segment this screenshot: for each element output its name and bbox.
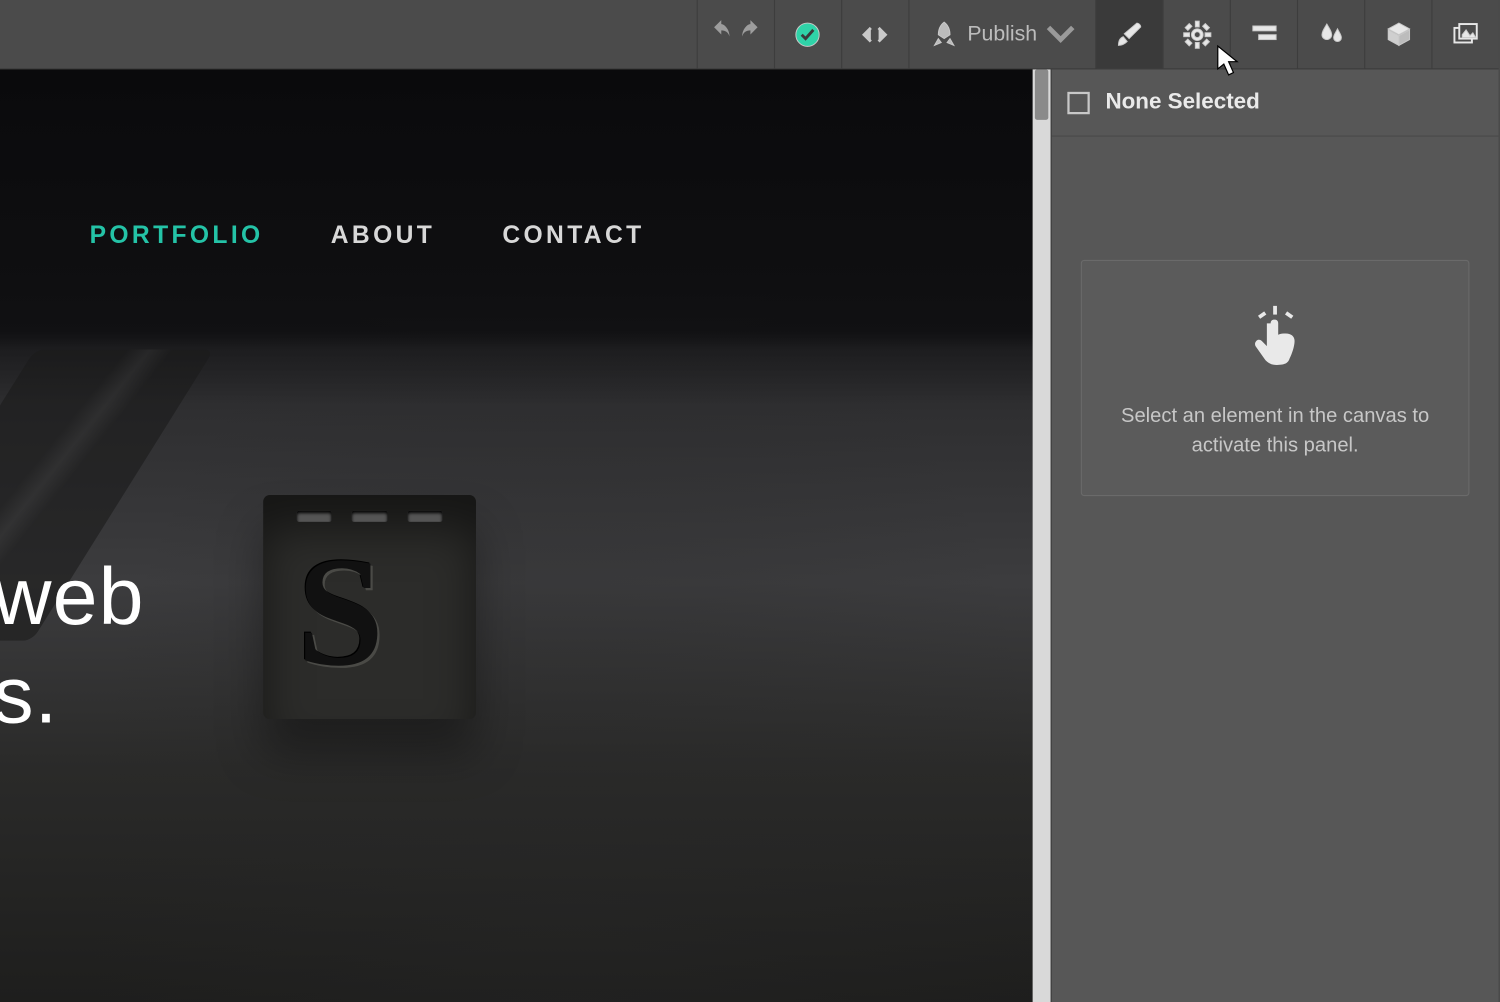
site-nav: PORTFOLIO ABOUT CONTACT (90, 221, 645, 250)
empty-state-text: Select an element in the canvas to activ… (1109, 401, 1442, 459)
assets-panel-tab[interactable] (1364, 0, 1431, 68)
canvas-wrap: S PORTFOLIO ABOUT CONTACT web s. (0, 69, 1051, 1002)
undo-redo-group (696, 0, 773, 68)
style-panel-tab[interactable] (1095, 0, 1162, 68)
scrollbar-thumb[interactable] (1035, 69, 1048, 119)
hero-text: web s. (0, 551, 145, 741)
images-panel-tab[interactable] (1431, 0, 1498, 68)
selection-row[interactable]: None Selected (1052, 69, 1499, 136)
droplets-icon (1317, 20, 1346, 49)
gear-icon (1182, 20, 1211, 49)
undo-icon (709, 19, 734, 44)
nav-link-portfolio[interactable]: PORTFOLIO (90, 221, 264, 250)
hero-line-1: web (0, 551, 145, 643)
publish-button[interactable]: Publish (908, 0, 1095, 68)
nav-link-about[interactable]: ABOUT (331, 221, 435, 250)
hero-line-2: s. (0, 650, 145, 742)
click-hand-icon (1249, 306, 1301, 366)
design-canvas[interactable]: S PORTFOLIO ABOUT CONTACT web s. (0, 69, 1033, 1002)
layout-panel-tab[interactable] (1230, 0, 1297, 68)
selection-label: None Selected (1105, 90, 1259, 116)
cube-icon (1384, 20, 1413, 49)
images-icon (1451, 20, 1480, 49)
settings-panel-tab[interactable] (1163, 0, 1230, 68)
interactions-panel-tab[interactable] (1297, 0, 1364, 68)
status-ok-button[interactable] (774, 0, 841, 68)
main-area: S PORTFOLIO ABOUT CONTACT web s. None Se… (0, 69, 1499, 1002)
nav-link-contact[interactable]: CONTACT (502, 221, 644, 250)
layout-icon (1249, 20, 1278, 49)
selection-checkbox-icon (1067, 91, 1089, 113)
empty-state-card: Select an element in the canvas to activ… (1081, 260, 1470, 497)
canvas-background-prop: S (263, 495, 476, 719)
toolbar-spacer (0, 0, 696, 68)
canvas-vertical-scrollbar[interactable] (1033, 69, 1051, 1002)
redo-button[interactable] (738, 19, 763, 49)
publish-label: Publish (967, 22, 1037, 47)
right-panel: None Selected Select an element in the c… (1051, 69, 1499, 1002)
code-icon (860, 20, 889, 49)
panel-body: Select an element in the canvas to activ… (1052, 137, 1499, 497)
paintbrush-icon (1115, 20, 1144, 49)
check-circle-icon (793, 20, 822, 49)
top-toolbar: Publish (0, 0, 1499, 69)
undo-button[interactable] (709, 19, 734, 49)
rocket-icon (929, 20, 958, 49)
redo-icon (738, 19, 763, 44)
code-button[interactable] (841, 0, 908, 68)
chevron-down-icon (1046, 20, 1075, 49)
